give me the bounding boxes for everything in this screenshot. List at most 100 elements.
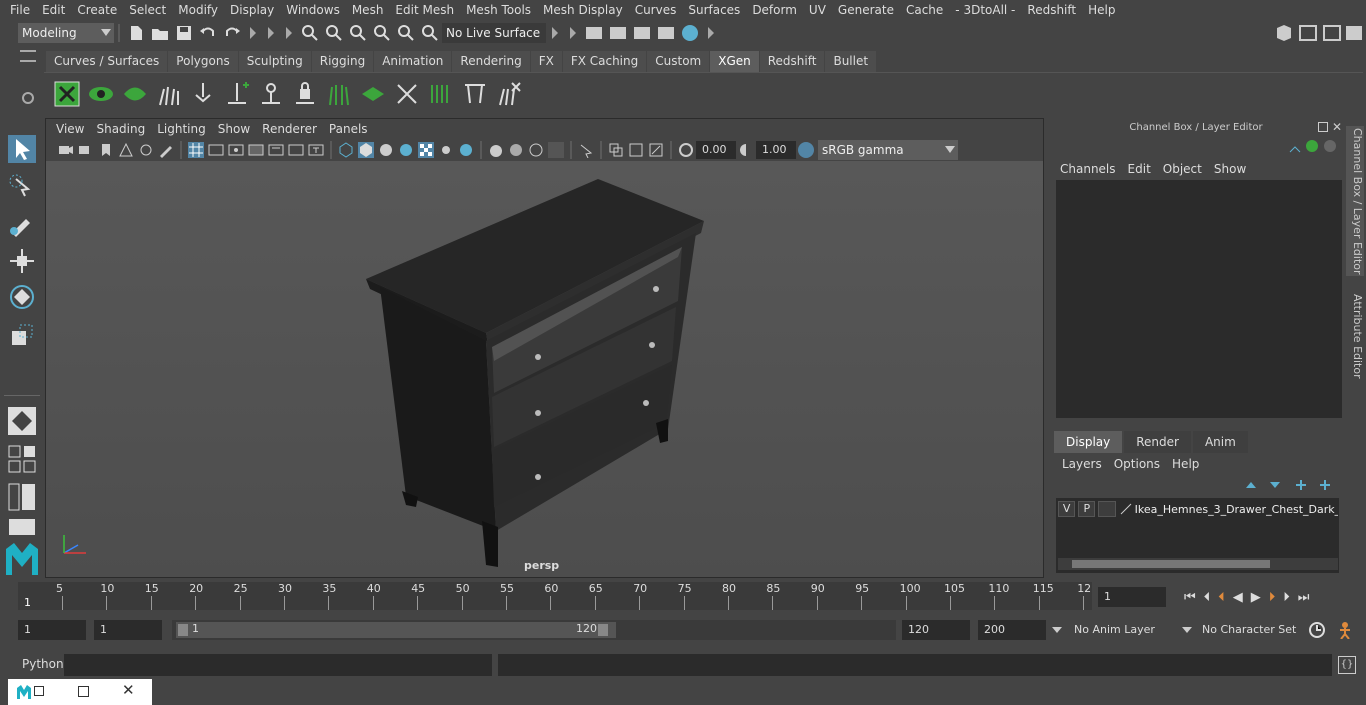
move-layer-down-icon[interactable] bbox=[1268, 478, 1282, 492]
go-to-end-icon[interactable]: ⏭ bbox=[1298, 590, 1310, 605]
menu-file[interactable]: File bbox=[4, 0, 36, 20]
menu-cache[interactable]: Cache bbox=[900, 0, 949, 20]
hypershade-icon[interactable] bbox=[680, 23, 700, 43]
menu-windows[interactable]: Windows bbox=[280, 0, 346, 20]
command-input[interactable] bbox=[64, 654, 492, 676]
grease-pencil-icon[interactable] bbox=[158, 142, 174, 158]
move-layer-up-icon[interactable] bbox=[1244, 478, 1258, 492]
channel-list[interactable] bbox=[1056, 180, 1342, 418]
ipr-render-icon[interactable] bbox=[632, 23, 652, 43]
xgen-cut-icon[interactable] bbox=[496, 81, 522, 107]
shelf-tab-xgen[interactable]: XGen bbox=[710, 51, 759, 72]
step-forward-key-icon[interactable]: ⏵ bbox=[1269, 590, 1276, 605]
script-editor-icon[interactable]: {} bbox=[1338, 656, 1356, 674]
restore-window-icon[interactable] bbox=[34, 686, 44, 696]
snap-point-icon[interactable] bbox=[420, 23, 440, 43]
maximize-window-icon[interactable] bbox=[78, 686, 89, 697]
step-back-key-icon[interactable]: ⏴ bbox=[1218, 590, 1225, 605]
playback-end-field[interactable]: 120 bbox=[902, 620, 970, 640]
xgen-guide-tool-icon[interactable] bbox=[258, 81, 284, 107]
xgen-preview-icon[interactable] bbox=[88, 81, 114, 107]
tool-settings-toggle-icon[interactable] bbox=[1322, 23, 1342, 43]
animation-end-field[interactable]: 200 bbox=[978, 620, 1046, 640]
layout-outliner-icon[interactable] bbox=[8, 483, 36, 511]
layer-row[interactable]: V P Ikea_Hemnes_3_Drawer_Chest_Dark_G bbox=[1058, 500, 1338, 518]
channel-box-toggle-icon[interactable] bbox=[1344, 23, 1364, 43]
go-to-start-icon[interactable]: ⏮ bbox=[1184, 590, 1196, 605]
new-layer-icon[interactable] bbox=[1294, 478, 1308, 492]
close-panel-icon[interactable]: ✕ bbox=[1332, 120, 1342, 134]
layer-menu-help[interactable]: Help bbox=[1166, 453, 1205, 475]
xgen-grass-icon[interactable] bbox=[326, 81, 352, 107]
xray-joints-icon[interactable] bbox=[648, 142, 664, 158]
safe-title-icon[interactable] bbox=[308, 142, 324, 158]
current-frame-field[interactable]: 1 bbox=[1098, 587, 1166, 607]
xgen-groom-icon[interactable] bbox=[462, 81, 488, 107]
shelf-tab-rendering[interactable]: Rendering bbox=[452, 51, 530, 72]
safe-action-icon[interactable] bbox=[288, 142, 304, 158]
shelf-tab-curves-surfaces[interactable]: Curves / Surfaces bbox=[46, 51, 168, 72]
step-forward-icon[interactable]: ⏵ bbox=[1283, 590, 1290, 605]
scale-tool-icon[interactable] bbox=[8, 321, 36, 349]
playback-start-field[interactable]: 1 bbox=[94, 620, 162, 640]
shelf-tab-polygons[interactable]: Polygons bbox=[168, 51, 238, 72]
colorspace-dropdown[interactable]: sRGB gamma bbox=[818, 140, 958, 160]
play-backward-icon[interactable]: ◀ bbox=[1233, 590, 1243, 605]
channel-box-side-tab[interactable]: Channel Box / Layer Editor bbox=[1346, 126, 1364, 276]
redo-icon[interactable] bbox=[222, 23, 242, 43]
menu-surfaces[interactable]: Surfaces bbox=[682, 0, 746, 20]
menu-uv[interactable]: UV bbox=[803, 0, 832, 20]
menu-mesh[interactable]: Mesh bbox=[346, 0, 390, 20]
viewport-menu-lighting[interactable]: Lighting bbox=[151, 119, 212, 139]
menu-help[interactable]: Help bbox=[1082, 0, 1121, 20]
mode-dropdown[interactable]: Modeling bbox=[18, 23, 114, 43]
xgen-arrows-icon[interactable] bbox=[394, 81, 420, 107]
depth-of-field-icon[interactable] bbox=[548, 142, 564, 158]
attribute-editor-side-tab[interactable]: Attribute Editor bbox=[1346, 286, 1364, 386]
select-tool-icon[interactable] bbox=[8, 135, 36, 163]
viewport-menu-renderer[interactable]: Renderer bbox=[256, 119, 323, 139]
layer-visibility-toggle[interactable]: V bbox=[1058, 501, 1076, 517]
camera-attributes-icon[interactable] bbox=[78, 142, 94, 158]
time-slider[interactable]: 5 10 15 20 25 30 35 40 45 50 55 60 65 70 75 80 85 90 95 100… bbox=[18, 582, 1092, 610]
viewport-menu-panels[interactable]: Panels bbox=[323, 119, 374, 139]
motion-blur-icon[interactable] bbox=[508, 142, 524, 158]
shelf-tab-fx[interactable]: FX bbox=[530, 51, 562, 72]
wireframe-on-shaded-icon[interactable] bbox=[398, 142, 414, 158]
render-frame-icon[interactable] bbox=[608, 23, 628, 43]
xgen-lock-guide-icon[interactable] bbox=[292, 81, 318, 107]
layer-menu-options[interactable]: Options bbox=[1108, 453, 1166, 475]
exposure-field[interactable]: 0.00 bbox=[696, 141, 736, 159]
layout-quad-icon[interactable] bbox=[8, 445, 36, 473]
xgen-comb-icon[interactable] bbox=[428, 81, 454, 107]
select-hierarchy-icon[interactable] bbox=[300, 23, 320, 43]
gate-mask-icon[interactable] bbox=[248, 142, 264, 158]
menu-display[interactable]: Display bbox=[224, 0, 280, 20]
shelf-tab-bullet[interactable]: Bullet bbox=[825, 51, 877, 72]
shelf-menu-icon[interactable] bbox=[20, 50, 36, 62]
range-start-handle[interactable] bbox=[178, 624, 188, 636]
shelf-tab-fx-caching[interactable]: FX Caching bbox=[562, 51, 647, 72]
menu-deform[interactable]: Deform bbox=[746, 0, 803, 20]
render-view-icon[interactable] bbox=[656, 23, 676, 43]
shadows-icon[interactable] bbox=[458, 142, 474, 158]
layer-display-type-toggle[interactable] bbox=[1098, 501, 1116, 517]
menu-3dtoall[interactable]: - 3DtoAll - bbox=[949, 0, 1021, 20]
channel-status-icon[interactable] bbox=[1306, 140, 1318, 152]
smooth-shade-icon[interactable] bbox=[358, 142, 374, 158]
bookmark-icon[interactable] bbox=[98, 142, 114, 158]
menu-curves[interactable]: Curves bbox=[629, 0, 683, 20]
layer-tab-render[interactable]: Render bbox=[1124, 431, 1191, 453]
channel-axis-icon[interactable] bbox=[1288, 140, 1302, 154]
exposure-icon[interactable] bbox=[678, 142, 694, 158]
image-plane-icon[interactable] bbox=[118, 142, 134, 158]
shelf-tab-animation[interactable]: Animation bbox=[374, 51, 452, 72]
menu-edit[interactable]: Edit bbox=[36, 0, 71, 20]
layer-scrollbar[interactable] bbox=[1058, 558, 1338, 570]
open-scene-icon[interactable] bbox=[150, 23, 170, 43]
paint-select-tool-icon[interactable] bbox=[8, 209, 36, 237]
menu-create[interactable]: Create bbox=[71, 0, 123, 20]
animation-start-field[interactable]: 1 bbox=[18, 620, 86, 640]
shelf-tab-custom[interactable]: Custom bbox=[647, 51, 710, 72]
render-settings-icon[interactable] bbox=[584, 23, 604, 43]
